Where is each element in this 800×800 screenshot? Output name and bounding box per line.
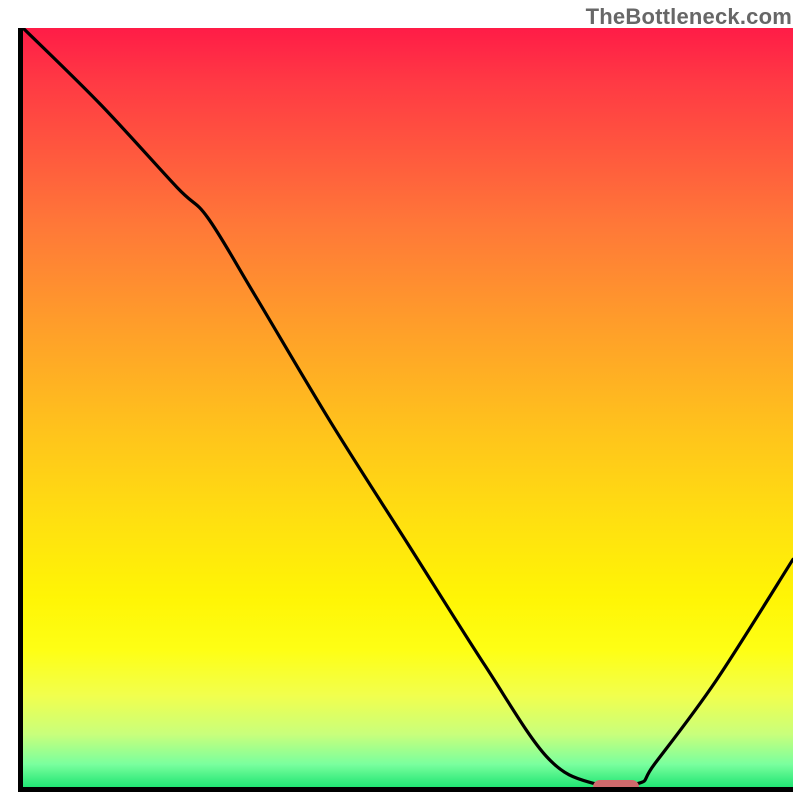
optimal-range-marker: [593, 780, 639, 792]
plot-area: [18, 28, 793, 792]
watermark-text: TheBottleneck.com: [586, 4, 792, 30]
chart-frame: TheBottleneck.com: [0, 0, 800, 800]
bottleneck-curve: [23, 28, 793, 787]
